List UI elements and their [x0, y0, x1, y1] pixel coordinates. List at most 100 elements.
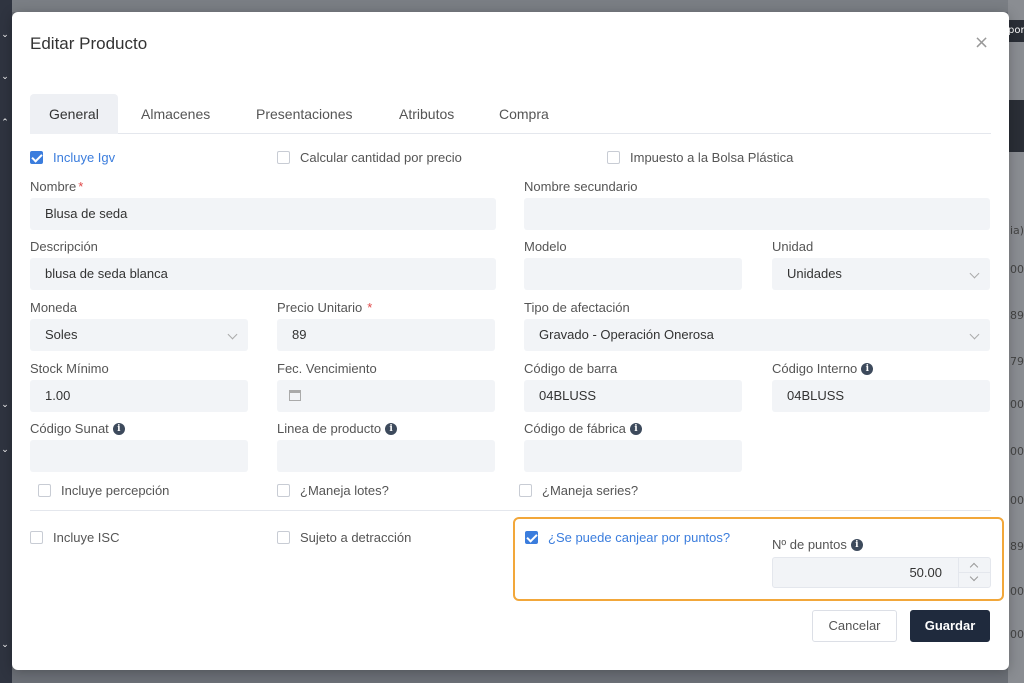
chevron-down-icon[interactable] [969, 572, 979, 582]
unidad-label: Unidad [772, 239, 814, 254]
codigo-fabrica-label: Código de fábrica i [524, 421, 642, 436]
checkbox-checked-icon[interactable] [525, 531, 538, 544]
tipo-afectacion-select[interactable]: Gravado - Operación Onerosa [524, 319, 990, 351]
chevron-down-icon: ⌄ [1, 400, 9, 410]
chevron-up-icon[interactable] [969, 562, 979, 572]
checkbox-label: Impuesto a la Bolsa Plástica [630, 150, 794, 165]
background-top-bar [0, 0, 1024, 12]
background-cell: ia) [1010, 224, 1024, 237]
chevron-up-icon: ⌃ [1, 118, 9, 128]
calcular-cantidad-checkbox[interactable]: Calcular cantidad por precio [277, 150, 462, 165]
num-puntos-value[interactable]: 50.00 [909, 558, 942, 587]
codigo-sunat-label: Código Sunat i [30, 421, 125, 436]
linea-producto-select[interactable] [277, 440, 495, 472]
info-icon[interactable]: i [385, 422, 398, 435]
tab-general[interactable]: General [30, 94, 118, 134]
checkbox-label: Incluye percepción [61, 483, 170, 498]
checkbox-label: ¿Se puede canjear por puntos? [548, 530, 731, 545]
chevron-down-icon: ⌄ [1, 30, 9, 40]
codigo-barra-input[interactable]: 04BLUSS [524, 380, 742, 412]
checkbox-icon[interactable] [30, 531, 43, 544]
tab-atributos[interactable]: Atributos [380, 94, 473, 134]
checkbox-label: ¿Maneja series? [542, 483, 639, 498]
moneda-select[interactable]: Soles [30, 319, 248, 351]
checkbox-label: Sujeto a detracción [300, 530, 412, 545]
codigo-sunat-input[interactable] [30, 440, 248, 472]
checkbox-label: Incluye ISC [53, 530, 120, 545]
info-icon[interactable]: i [112, 422, 125, 435]
num-puntos-stepper[interactable]: 50.00 [772, 557, 991, 588]
checkbox-icon[interactable] [38, 484, 51, 497]
chevron-down-icon [969, 329, 980, 340]
incluye-isc-checkbox[interactable]: Incluye ISC [30, 530, 119, 545]
nombre-label: Nombre * [30, 179, 84, 194]
tab-bar: General Almacenes Presentaciones Atribut… [30, 94, 991, 134]
stock-minimo-label: Stock Mínimo [30, 361, 109, 376]
checkbox-icon[interactable] [607, 151, 620, 164]
modelo-label: Modelo [524, 239, 567, 254]
tab-almacenes[interactable]: Almacenes [122, 94, 229, 134]
cancel-button[interactable]: Cancelar [812, 610, 897, 642]
nombre-secundario-input[interactable] [524, 198, 990, 230]
close-icon[interactable]: × [974, 32, 989, 53]
background-cell: 89 [1010, 540, 1024, 553]
background-header-strip [1008, 100, 1024, 152]
checkbox-label: ¿Maneja lotes? [300, 483, 389, 498]
chevron-down-icon: ⌄ [1, 445, 9, 455]
checkbox-icon[interactable] [277, 531, 290, 544]
modal-title: Editar Producto [30, 34, 148, 53]
background-sidebar [0, 0, 12, 683]
modelo-input[interactable] [524, 258, 742, 290]
background-button: por [1008, 20, 1024, 42]
checkbox-icon[interactable] [277, 484, 290, 497]
chevron-down-icon [227, 329, 238, 340]
checkbox-label: Incluye Igv [53, 150, 116, 165]
edit-product-modal: Editar Producto × General Almacenes Pres… [12, 12, 1009, 670]
codigo-interno-input[interactable]: 04BLUSS [772, 380, 990, 412]
codigo-fabrica-input[interactable] [524, 440, 742, 472]
descripcion-input[interactable]: blusa de seda blanca [30, 258, 496, 290]
nombre-secundario-label: Nombre secundario [524, 179, 638, 194]
unidad-select[interactable]: Unidades [772, 258, 990, 290]
chevron-down-icon: ⌄ [1, 72, 9, 82]
info-icon[interactable]: i [850, 538, 863, 551]
tipo-afectacion-label: Tipo de afectación [524, 300, 630, 315]
codigo-barra-label: Código de barra [524, 361, 618, 376]
background-cell: 79 [1010, 355, 1024, 368]
codigo-interno-label: Código Interno i [772, 361, 874, 376]
checkbox-icon[interactable] [519, 484, 532, 497]
background-cell: 89 [1010, 309, 1024, 322]
fec-vencimiento-input[interactable] [277, 380, 495, 412]
background-cell: 00 [1010, 494, 1024, 507]
background-cell: 00 [1010, 263, 1024, 276]
maneja-lotes-checkbox[interactable]: ¿Maneja lotes? [277, 483, 389, 498]
moneda-value: Soles [45, 327, 78, 342]
canjear-puntos-checkbox[interactable]: ¿Se puede canjear por puntos? [525, 530, 730, 545]
background-cell: 00 [1010, 445, 1024, 458]
info-icon[interactable]: i [629, 422, 642, 435]
background-cell: 00 [1010, 585, 1024, 598]
nombre-input[interactable]: Blusa de seda [30, 198, 496, 230]
info-icon[interactable]: i [861, 362, 874, 375]
unidad-value: Unidades [787, 266, 842, 281]
tab-presentaciones[interactable]: Presentaciones [237, 94, 372, 134]
descripcion-label: Descripción [30, 239, 98, 254]
incluye-percepcion-checkbox[interactable]: Incluye percepción [38, 483, 169, 498]
fec-vencimiento-label: Fec. Vencimiento [277, 361, 377, 376]
maneja-series-checkbox[interactable]: ¿Maneja series? [519, 483, 638, 498]
checkbox-icon[interactable] [277, 151, 290, 164]
sujeto-detraccion-checkbox[interactable]: Sujeto a detracción [277, 530, 411, 545]
precio-unitario-input[interactable]: 89 [277, 319, 495, 351]
tab-compra[interactable]: Compra [480, 94, 568, 134]
background-cell: 00 [1010, 398, 1024, 411]
impuesto-bolsa-checkbox[interactable]: Impuesto a la Bolsa Plástica [607, 150, 793, 165]
checkbox-checked-icon[interactable] [30, 151, 43, 164]
chevron-down-icon [969, 268, 980, 279]
divider [30, 510, 991, 511]
stock-minimo-input[interactable]: 1.00 [30, 380, 248, 412]
background-cell: 00 [1010, 628, 1024, 641]
calendar-icon [289, 390, 301, 401]
save-button[interactable]: Guardar [910, 610, 990, 642]
tipo-afectacion-value: Gravado - Operación Onerosa [539, 327, 714, 342]
incluye-igv-checkbox[interactable]: Incluye Igv [30, 150, 115, 165]
